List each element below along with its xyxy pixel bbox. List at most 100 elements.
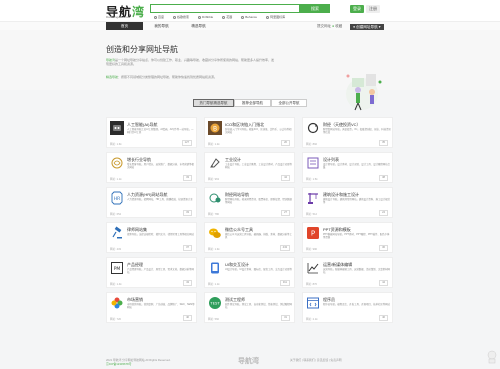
card-meta: 网址: 433	[110, 248, 121, 251]
submit-link[interactable]: 提交网址 ● 收藏	[317, 24, 342, 29]
icp-link[interactable]: 京ICP备12345678号	[106, 362, 171, 366]
search-button[interactable]: 搜索	[300, 4, 330, 13]
register-button[interactable]: 注册	[366, 5, 380, 13]
card-favorite-count[interactable]: 311	[279, 280, 290, 286]
wechat-icon	[209, 228, 221, 238]
card-favorite-count[interactable]: 35	[379, 140, 388, 146]
card-meta: 网址: 1.4k	[110, 283, 122, 286]
card-favorite-count[interactable]: 38	[379, 175, 388, 181]
nav-card[interactable]: TEST 测试工程师 软件测试导航，测试工具、自动化测试、性能测试、测试教程网站…	[204, 292, 295, 323]
ui-design-icon	[211, 262, 219, 274]
engine-option-3[interactable]: 花瓣	[222, 15, 232, 19]
card-favorite-count[interactable]: 27	[281, 210, 290, 216]
tab-hot[interactable]: 热门导航精选导航	[193, 99, 234, 107]
nav-card[interactable]: PM 产品经理 产品经理导航，产品设计、原型工具、需求文档、数据分析等网站 网址…	[106, 257, 197, 288]
card-description: 微信公众号运营工具导航，编辑器、排版、素材、数据分析等工具	[225, 233, 292, 239]
gavel-icon	[112, 226, 122, 239]
card-meta: 网址: 963	[208, 178, 219, 181]
engine-option-1[interactable]: 谷歌搜索	[173, 15, 189, 19]
card-description: 人力资源导航，招聘网站、HR工具、薪酬绩效、培训资源大全	[127, 198, 193, 201]
site-logo-subtitle: Daohangwan.com	[106, 15, 131, 19]
card-favorite-count[interactable]: 20	[281, 140, 290, 146]
nav-card[interactable]: 工业设计 工业设计导航，工业设计教程、工业设计素材、产品设计灵感等网站 网址: …	[204, 152, 295, 183]
nav-card[interactable]: 程序员 程序员导航，编程语言、开发工具、开源项目、技术社区等网站 网址: 2.1…	[302, 292, 393, 323]
ppt-icon: P	[307, 227, 319, 239]
back-to-top-icon[interactable]	[487, 350, 497, 364]
card-favorite-count[interactable]: 44	[281, 175, 290, 181]
hero-title: 创造和分享网址导航	[106, 45, 178, 54]
card-meta: 网址: 2.1k	[306, 318, 318, 321]
card-favorite-count[interactable]: 33	[183, 175, 192, 181]
card-favorite-count[interactable]: 24	[379, 210, 388, 216]
card-favorite-count[interactable]: 443	[279, 245, 290, 251]
nav-bar: 首页 我的导航 精选导航 提交网址 ● 收藏 ● 创建网址导航 ▾	[0, 21, 500, 31]
card-favorite-count[interactable]: 36	[379, 245, 388, 251]
tab-recommended[interactable]: 推荐全部导航	[234, 99, 271, 107]
card-favorite-count[interactable]: 31	[281, 315, 290, 321]
engine-option-4[interactable]: Behance	[241, 15, 257, 19]
svg-text:HR: HR	[114, 196, 121, 202]
nav-card[interactable]: HR 人力资源(HR)网站导航 人力资源导航，招聘网站、HR工具、薪酬绩效、培训…	[106, 187, 197, 218]
card-description: 财经类网站导航，天使投资，VC，投融资创投、创业、科技资讯等信息	[323, 128, 391, 134]
tab-all-public[interactable]: 全部公开导航	[271, 99, 307, 107]
card-meta: 网址: 654	[110, 213, 121, 216]
nav-card[interactable]: 律师网站集 律师导航，法律法规检索、裁判文书、律师常用工具等相关网站 网址: 4…	[106, 222, 197, 253]
card-favorite-count[interactable]: 43	[183, 280, 192, 286]
crane-icon	[308, 193, 318, 204]
card-meta: 网址: 990	[306, 248, 317, 251]
nav-card[interactable]: 财经（天使投资VC） 财经类网站导航，天使投资，VC，投融资创投、创业、科技资讯…	[302, 117, 393, 148]
nav-card[interactable]: 运营/新媒体编辑 运营导航，新媒体编辑工具、运营数据、活动策划、文案素材网站 网…	[302, 257, 393, 288]
pen-tool-icon	[210, 158, 220, 168]
flower-icon	[111, 297, 123, 309]
card-meta: 网址: 560	[208, 318, 219, 321]
card-meta: 网址: 870	[306, 283, 317, 286]
card-meta: 网址: 780	[208, 213, 219, 216]
engine-option-5[interactable]: 阿里图标库	[266, 15, 285, 19]
card-meta: 网址: 512	[306, 213, 317, 216]
nav-card[interactable]: 建筑设计和施工设计 建筑设计导航，建筑师常用网站，建筑设计资料、施工设计规范等 …	[302, 187, 393, 218]
design-list-icon	[307, 157, 319, 169]
card-meta: 网址: 1.5k	[306, 178, 318, 181]
card-description: UI设计导航，UI设计素材、图标库、配色工具、交互设计灵感等	[225, 268, 292, 271]
card-description: 设计师导航，设计素材、设计灵感、设计工具、设计教程网站合集	[323, 163, 390, 169]
card-meta: 网址: 1.1k	[208, 283, 220, 286]
svg-text:P: P	[311, 230, 315, 238]
card-meta: 网址: 720	[110, 318, 121, 321]
nav-card[interactable]: 财经网站导航 财经网站导航，收录财经资讯、股票基金、理财投资、经济数据等网站 网…	[204, 187, 295, 218]
card-description: 人工智能导航汇总AI工具整理，AI绘画、AI写作等一站导航，一网打尽AI工具	[127, 128, 194, 134]
nav-card[interactable]: 市场营销 市场营销导航，营销案例、广告创意、品牌推广、SEO、SEM等网站 网址…	[106, 292, 197, 323]
footer-copyright: 2021 导航湾 分享网址导航网站 All Rights Reserved. 京…	[106, 358, 171, 366]
nav-card[interactable]: 人工智能(AI)导航 人工智能导航汇总AI工具整理，AI绘画、AI写作等一站导航…	[106, 117, 197, 148]
login-button[interactable]: 登录	[350, 5, 364, 13]
nav-card[interactable]: B ICO和区块链入门指北 区块链入门学习导航，收集ICO、区块链、比特币、以太…	[204, 117, 295, 148]
card-favorite-count[interactable]: 33	[183, 210, 192, 216]
test-badge-icon: TEST	[209, 297, 221, 309]
card-description: 市场营销导航，营销案例、广告创意、品牌推广、SEO、SEM等网站	[127, 303, 195, 309]
engine-option-0[interactable]: 百度	[154, 15, 164, 19]
card-description: 建筑设计导航，建筑师常用网站，建筑设计资料、施工设计规范等	[323, 198, 390, 204]
card-meta: 网址: 1.6k	[110, 143, 122, 146]
card-favorite-count[interactable]: 44	[379, 280, 388, 286]
footer-links[interactable]: 关于我们 | 联系我们 | 意见反馈 | 免责声明	[290, 358, 342, 362]
chart-icon	[307, 263, 319, 274]
card-description: 财经网站导航，收录财经资讯、股票基金、理财投资、经济数据等网站	[225, 198, 292, 204]
nav-card[interactable]: 增长行业导航 增长黑客导航，用户增长、运营推广、数据分析、市场营销等相关网站 网…	[106, 152, 197, 183]
card-description: 产品经理导航，产品设计、原型工具、需求文档、数据分析等网站	[127, 268, 194, 274]
nav-card[interactable]: UI和交互设计 UI设计导航，UI设计素材、图标库、配色工具、交互设计灵感等 网…	[204, 257, 295, 288]
card-favorite-count[interactable]: 40	[183, 315, 192, 321]
svg-text:TEST: TEST	[209, 301, 220, 306]
nav-card[interactable]: 微信公众号工具 微信公众号运营工具导航，编辑器、排版、素材、数据分析等工具 网址…	[204, 222, 295, 253]
hero-section: 创造和分享网址导航 导航湾是一个网址导航分享站点，你可以创建工作、职业、兴趣等导…	[0, 30, 500, 111]
refresh-icon	[307, 122, 319, 134]
card-favorite-count[interactable]: 46	[379, 315, 388, 321]
nav-card[interactable]: P PPT资源和模板 PPT模板网站导航，PPT素材、PPT教程、PPT插件、配…	[302, 222, 393, 253]
nav-card[interactable]: 设计列表 设计师导航，设计素材、设计灵感、设计工具、设计教程网站合集 网址: 1…	[302, 152, 393, 183]
pm-icon: PM	[111, 262, 123, 274]
card-favorite-count[interactable]: 37	[183, 245, 192, 251]
engine-option-2[interactable]: Dribbble	[198, 15, 213, 19]
card-meta: 网址: 1.1k	[110, 178, 122, 181]
svg-text:B: B	[213, 125, 217, 132]
card-favorite-count[interactable]: 127	[181, 140, 192, 146]
card-description: 区块链入门学习导航，收集ICO、区块链、比特币、以太坊等相关网站	[225, 128, 292, 134]
hero-featured-description: 精选导航：按照不同领域和分类整理的网址导航，帮助你快速找到优质网站和资源。	[106, 75, 218, 79]
